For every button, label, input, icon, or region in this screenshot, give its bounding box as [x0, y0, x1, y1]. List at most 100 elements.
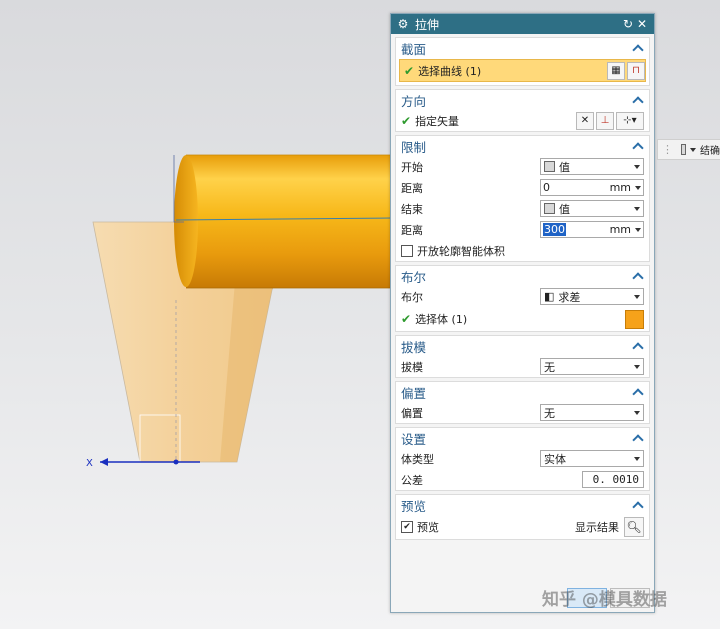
start-label: 开始	[401, 160, 423, 174]
chevron-down-icon	[634, 456, 640, 461]
extrude-dialog: ⚙ 拉伸 ↻ ✕ 截面 ✔ 选择曲线 (1) ▦ ⊓ 方向 ✔ 指定矢量 ✕ ⊥	[390, 13, 655, 613]
direction-panel: 方向 ✔ 指定矢量 ✕ ⊥ ⊹▾	[395, 89, 650, 132]
chevron-up-icon[interactable]	[632, 94, 644, 106]
chevron-down-icon	[634, 164, 640, 169]
boolean-dropdown[interactable]: ◧ 求差	[540, 288, 644, 305]
cylinder-end-face	[174, 155, 198, 287]
draft-label: 拔模	[401, 360, 423, 374]
cylinder-body	[186, 155, 392, 288]
show-result-label[interactable]: 显示结果	[575, 519, 619, 535]
chevron-down-icon	[634, 364, 640, 369]
distance2-label: 距离	[401, 223, 423, 237]
offset-label: 偏置	[401, 406, 423, 420]
axis-icon[interactable]: ⊥	[596, 111, 614, 130]
end-label: 结束	[401, 202, 423, 216]
close-icon[interactable]: ✕	[635, 17, 649, 31]
chevron-down-icon[interactable]	[635, 185, 641, 190]
reset-icon[interactable]: ↻	[621, 17, 635, 31]
vector-icon[interactable]: ⊹▾	[616, 111, 644, 130]
limits-title: 限制	[401, 139, 427, 155]
chevron-down-icon[interactable]	[690, 147, 696, 152]
body-icon[interactable]	[625, 309, 644, 329]
chevron-up-icon[interactable]	[632, 432, 644, 444]
end-dropdown[interactable]: 值	[540, 200, 644, 217]
preview-row: ✔ 预览 显示结果 🔍︎	[396, 515, 649, 539]
chevron-up-icon[interactable]	[632, 270, 644, 282]
draft-header[interactable]: 拔模	[396, 336, 649, 356]
open-profile-checkbox[interactable]	[401, 244, 413, 257]
settings-header[interactable]: 设置	[396, 428, 649, 448]
preview-header[interactable]: 预览	[396, 495, 649, 515]
start-row: 开始 值	[396, 156, 649, 177]
draft-row: 拔模 无	[396, 356, 649, 377]
open-profile-row[interactable]: 开放轮廓智能体积	[396, 240, 649, 261]
offset-panel: 偏置 偏置 无	[395, 381, 650, 424]
direction-header[interactable]: 方向	[396, 90, 649, 110]
offset-dropdown[interactable]: 无	[540, 404, 644, 421]
section-title: 截面	[401, 41, 427, 57]
chevron-up-icon[interactable]	[632, 140, 644, 152]
distance2-input[interactable]: 300 mm	[540, 221, 644, 238]
tolerance-row: 公差 0. 0010	[396, 469, 649, 490]
x-axis-label: X	[86, 458, 93, 469]
offset-header[interactable]: 偏置	[396, 382, 649, 402]
preview-label: 预览	[417, 521, 439, 534]
boolean-row: 布尔 ◧ 求差	[396, 286, 649, 307]
chevron-down-icon	[634, 294, 640, 299]
body-type-label: 体类型	[401, 452, 434, 466]
dialog-titlebar[interactable]: ⚙ 拉伸 ↻ ✕	[391, 14, 654, 34]
boolean-header[interactable]: 布尔	[396, 266, 649, 286]
side-mini-toolbar[interactable]: ⋮ 结确	[657, 139, 720, 160]
chevron-up-icon[interactable]	[632, 499, 644, 511]
vector-label: 指定矢量	[415, 114, 460, 128]
distance1-label: 距离	[401, 181, 423, 195]
preview-checkbox[interactable]: ✔	[401, 521, 413, 533]
boolean-panel: 布尔 布尔 ◧ 求差 ✔ 选择体 (1)	[395, 265, 650, 332]
tolerance-label: 公差	[401, 473, 423, 487]
sketch-icon[interactable]: ⊓	[627, 61, 645, 80]
draft-dropdown[interactable]: 无	[540, 358, 644, 375]
check-icon: ✔	[404, 63, 415, 78]
chevron-down-icon	[634, 206, 640, 211]
select-curve-label: 选择曲线 (1)	[418, 64, 482, 78]
preview-panel: 预览 ✔ 预览 显示结果 🔍︎	[395, 494, 650, 540]
cube-icon	[544, 161, 555, 172]
preview-title: 预览	[401, 498, 427, 514]
limits-header[interactable]: 限制	[396, 136, 649, 156]
select-body-row[interactable]: ✔ 选择体 (1)	[396, 307, 649, 331]
chevron-down-icon	[634, 410, 640, 415]
limits-panel: 限制 开始 值 距离 0 mm 结束 值 距离 300 mm 开放轮廓智能体积	[395, 135, 650, 262]
section-header[interactable]: 截面	[396, 38, 649, 58]
side-toolbar-text: 结确	[700, 146, 720, 157]
watermark: 知乎 @模具数据	[542, 590, 667, 610]
gear-icon[interactable]: ⚙	[396, 17, 410, 31]
curve-select-icon[interactable]: ▦	[607, 61, 625, 80]
chevron-down-icon[interactable]	[635, 227, 641, 232]
chevron-up-icon[interactable]	[632, 340, 644, 352]
vector-row[interactable]: ✔ 指定矢量 ✕ ⊥ ⊹▾	[396, 110, 649, 131]
magnifier-icon[interactable]: 🔍︎	[624, 517, 644, 537]
body-type-dropdown[interactable]: 实体	[540, 450, 644, 467]
draft-panel: 拔模 拔模 无	[395, 335, 650, 378]
body-type-row: 体类型 实体	[396, 448, 649, 469]
distance2-row: 距离 300 mm	[396, 219, 649, 240]
cube-icon	[544, 203, 555, 214]
reverse-direction-icon[interactable]: ✕	[576, 111, 594, 130]
tolerance-input[interactable]: 0. 0010	[582, 471, 644, 488]
subtract-icon: ◧	[544, 290, 555, 303]
select-curve-row[interactable]: ✔ 选择曲线 (1) ▦ ⊓	[399, 59, 646, 82]
offset-row: 偏置 无	[396, 402, 649, 423]
distance1-input[interactable]: 0 mm	[540, 179, 644, 196]
distance1-row: 距离 0 mm	[396, 177, 649, 198]
chevron-up-icon[interactable]	[632, 42, 644, 54]
check-icon: ✔	[401, 312, 412, 326]
cube-icon	[681, 144, 686, 155]
section-panel: 截面 ✔ 选择曲线 (1) ▦ ⊓	[395, 37, 650, 86]
select-body-label: 选择体 (1)	[415, 313, 468, 326]
draft-title: 拔模	[401, 339, 427, 355]
boolean-label: 布尔	[401, 290, 423, 304]
grip-icon: ⋮	[662, 143, 673, 156]
chevron-up-icon[interactable]	[632, 386, 644, 398]
check-icon: ✔	[401, 113, 412, 128]
start-dropdown[interactable]: 值	[540, 158, 644, 175]
